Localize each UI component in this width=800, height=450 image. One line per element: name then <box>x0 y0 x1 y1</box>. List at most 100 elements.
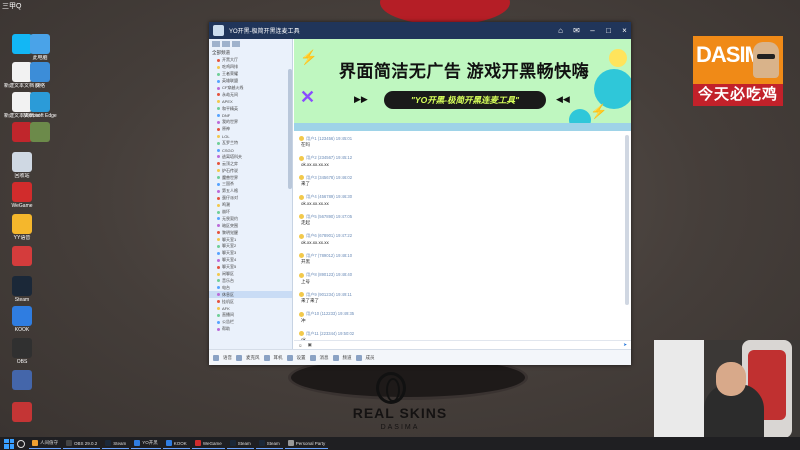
status-label[interactable]: 麦克风 <box>246 355 260 361</box>
channel-item[interactable]: APEX <box>209 98 292 105</box>
chat-input-bar[interactable]: ☺ ▣ ➤ <box>294 340 631 349</box>
avatar[interactable] <box>299 194 304 200</box>
desktop-shortcut[interactable]: 此电脑 <box>22 34 58 61</box>
taskbar-app[interactable]: OBS 29.0.2 <box>63 438 101 449</box>
status-label[interactable]: 设置 <box>297 355 306 361</box>
sidebar-header[interactable]: 全部频道 <box>209 49 292 57</box>
channel-item[interactable]: 开黑大厅 <box>209 57 292 64</box>
status-label[interactable]: 成员 <box>366 355 375 361</box>
status-label[interactable]: 语音 <box>223 355 232 361</box>
channel-item[interactable]: CF穿越火线 <box>209 85 292 92</box>
channel-item[interactable]: DNF <box>209 112 292 119</box>
avatar[interactable] <box>299 292 304 297</box>
minimize-button[interactable]: – <box>586 24 599 37</box>
channel-item[interactable]: 崩坏 <box>209 209 292 216</box>
status-icon[interactable] <box>332 354 339 361</box>
status-icon[interactable] <box>263 354 270 361</box>
image-icon[interactable]: ▣ <box>308 342 312 348</box>
chat-scrollbar[interactable] <box>625 135 629 305</box>
home-icon[interactable]: ⌂ <box>554 24 567 37</box>
channel-item[interactable]: 蛋仔派对 <box>209 195 292 202</box>
desktop-shortcut[interactable]: 网络 <box>22 62 58 89</box>
desktop-shortcut[interactable] <box>22 122 58 143</box>
channel-item[interactable]: 电台 <box>209 284 292 291</box>
tool-icon[interactable] <box>232 41 240 47</box>
emoji-icon[interactable]: ☺ <box>298 343 303 348</box>
taskbar-app[interactable]: Personal Party <box>284 438 329 449</box>
taskbar-app[interactable]: YO开黑 <box>131 438 161 449</box>
channel-item[interactable]: 聊天室4 <box>209 257 292 264</box>
status-icon[interactable] <box>355 354 362 361</box>
taskbar-app[interactable]: 人间值守 <box>29 438 61 449</box>
taskbar-app[interactable]: Steam <box>226 438 254 449</box>
desktop-shortcut[interactable]: KOOK <box>4 306 40 333</box>
maximize-button[interactable]: □ <box>602 24 615 37</box>
channel-item[interactable]: 直播间 <box>209 312 292 319</box>
desktop-shortcut[interactable]: Microsoft Edge <box>22 92 58 119</box>
channel-item[interactable]: 原神 <box>209 126 292 133</box>
avatar[interactable] <box>299 331 304 336</box>
channel-item[interactable]: LOL <box>209 133 292 140</box>
avatar[interactable] <box>299 214 304 219</box>
desktop-shortcut[interactable] <box>4 246 40 267</box>
desktop-shortcut[interactable]: Steam <box>4 276 40 303</box>
channel-item[interactable]: CSGO <box>209 147 292 154</box>
status-icon[interactable] <box>213 354 219 361</box>
channel-item[interactable]: 和平精英 <box>209 105 292 112</box>
taskbar-app[interactable]: KOOK <box>162 438 190 449</box>
status-icon[interactable] <box>236 354 242 361</box>
channel-item[interactable]: 吃鸡四排 <box>209 64 292 71</box>
channel-item[interactable]: 闲聊区 <box>209 271 292 278</box>
avatar[interactable] <box>299 136 304 141</box>
channel-item[interactable]: 魔兽世界 <box>209 174 292 181</box>
search-icon[interactable] <box>17 439 25 448</box>
taskbar-app[interactable]: Steam <box>255 438 283 449</box>
channel-item[interactable]: 逃离塔科夫 <box>209 153 292 160</box>
channel-item[interactable]: 休息区 <box>209 291 292 299</box>
tool-icon[interactable] <box>222 41 230 47</box>
status-label[interactable]: 耳机 <box>274 355 283 361</box>
channel-item[interactable]: 我的世界 <box>209 119 292 126</box>
channel-item[interactable]: 聊天室5 <box>209 264 292 271</box>
status-icon[interactable] <box>309 354 316 361</box>
avatar[interactable] <box>299 155 304 161</box>
desktop-shortcut[interactable]: 回收站 <box>4 152 40 179</box>
mail-icon[interactable]: ✉ <box>570 24 583 37</box>
channel-item[interactable]: 第五人格 <box>209 188 292 195</box>
desktop-shortcut[interactable]: WeGame <box>4 182 40 209</box>
taskbar-app[interactable]: WeGame <box>191 438 225 449</box>
channel-item[interactable]: 公告栏 <box>209 319 292 326</box>
channel-item[interactable]: 黎明觉醒 <box>209 229 292 236</box>
desktop-shortcut[interactable] <box>4 402 40 423</box>
taskbar-app[interactable]: Steam <box>102 438 130 449</box>
start-button[interactable] <box>4 438 14 449</box>
channel-item[interactable]: 挂机区 <box>209 298 292 305</box>
channel-item[interactable]: 帮助 <box>209 326 292 333</box>
send-icon[interactable]: ➤ <box>623 342 627 348</box>
avatar[interactable] <box>299 253 304 258</box>
channel-item[interactable]: 音乐台 <box>209 278 292 285</box>
sidebar-scrollbar[interactable] <box>288 69 292 189</box>
channel-item[interactable]: 王者荣耀 <box>209 71 292 78</box>
desktop-shortcut[interactable]: YY语音 <box>4 214 40 241</box>
channel-item[interactable]: AFK <box>209 305 292 312</box>
avatar[interactable] <box>299 175 304 180</box>
channel-item[interactable]: 鸣潮 <box>209 202 292 209</box>
channel-item[interactable]: 三国杀 <box>209 181 292 188</box>
status-label[interactable]: 频道 <box>343 355 352 361</box>
status-label[interactable]: 消息 <box>320 355 329 361</box>
desktop-shortcut[interactable]: OBS <box>4 338 40 365</box>
channel-item[interactable]: 云顶之弈 <box>209 160 292 167</box>
status-icon[interactable] <box>286 354 293 361</box>
channel-item[interactable]: 聊天室2 <box>209 243 292 250</box>
channel-item[interactable]: 聊天室1 <box>209 236 292 243</box>
channel-item[interactable]: 英雄联盟 <box>209 78 292 85</box>
desktop-shortcut[interactable] <box>4 370 40 391</box>
channel-item[interactable]: 暗区突围 <box>209 222 292 229</box>
channel-item[interactable]: 聊天室3 <box>209 250 292 257</box>
tool-icon[interactable] <box>212 41 220 47</box>
avatar[interactable] <box>299 272 304 278</box>
avatar[interactable] <box>299 233 304 239</box>
channel-item[interactable]: 炉石传说 <box>209 167 292 174</box>
channel-item[interactable]: 永劫无间 <box>209 91 292 98</box>
